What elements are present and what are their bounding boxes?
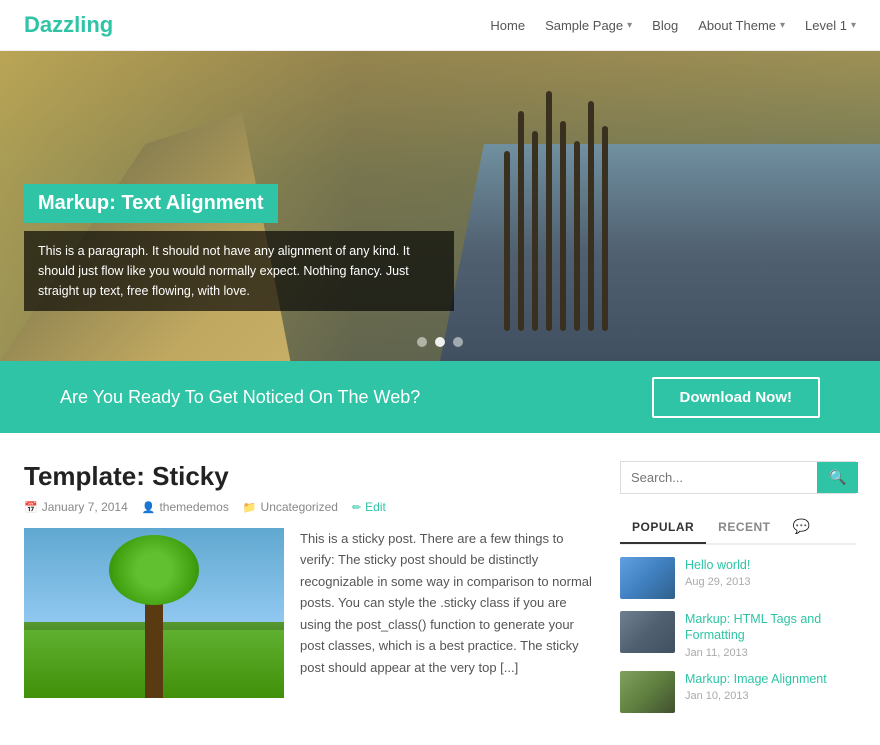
search-input[interactable] (621, 462, 817, 493)
dot-3[interactable] (453, 337, 463, 347)
sidebar-post-title[interactable]: Markup: HTML Tags and Formatting (685, 611, 856, 644)
download-now-button[interactable]: Download Now! (652, 377, 821, 418)
dot-2[interactable] (435, 337, 445, 347)
tabs-bar: POPULAR RECENT 💬 (620, 510, 856, 545)
post-category: 📁 Uncategorized (243, 500, 338, 514)
sidebar-post-title[interactable]: Markup: Image Alignment (685, 671, 856, 687)
hero-trees-graphic (484, 51, 880, 361)
edit-icon: ✏ (352, 501, 361, 514)
sidebar-post-item: Hello world! Aug 29, 2013 (620, 557, 856, 599)
search-box: 🔍 (620, 461, 856, 494)
hero-description-box: This is a paragraph. It should not have … (24, 231, 454, 311)
post-body: This is a sticky post. There are a few t… (24, 528, 596, 698)
nav-item-level-1[interactable]: Level 1▾ (805, 18, 856, 33)
folder-icon: 📁 (243, 501, 257, 514)
post-author: 👤 themedemos (142, 500, 229, 514)
post-excerpt: This is a sticky post. There are a few t… (300, 528, 596, 698)
sidebar-post-info: Markup: Image Alignment Jan 10, 2013 (685, 671, 856, 702)
tab-popular[interactable]: POPULAR (620, 512, 706, 544)
nav-item-blog[interactable]: Blog (652, 18, 678, 33)
sidebar-post-date: Aug 29, 2013 (685, 576, 856, 588)
sidebar-post-title[interactable]: Hello world! (685, 557, 856, 573)
sidebar: 🔍 POPULAR RECENT 💬 Hello world! Aug 29, … (620, 461, 856, 725)
chevron-down-icon: ▾ (627, 20, 632, 31)
post-edit-link[interactable]: ✏ Edit (352, 500, 386, 514)
nav-item-about-theme[interactable]: About Theme▾ (698, 18, 785, 33)
cta-banner: Are You Ready To Get Noticed On The Web?… (0, 361, 880, 433)
site-logo[interactable]: Dazzling (24, 12, 113, 38)
cta-text: Are You Ready To Get Noticed On The Web? (60, 387, 420, 408)
sidebar-post-thumb (620, 611, 675, 653)
nav-item-sample-page[interactable]: Sample Page▾ (545, 18, 632, 33)
nav-item-home[interactable]: Home (490, 18, 525, 33)
site-header: Dazzling Home Sample Page▾ Blog About Theme… (0, 0, 880, 51)
sidebar-post-item: Markup: Image Alignment Jan 10, 2013 (620, 671, 856, 713)
dot-1[interactable] (417, 337, 427, 347)
post-meta: 📅 January 7, 2014 👤 themedemos 📁 Uncateg… (24, 500, 596, 514)
post-title: Template: Sticky (24, 461, 596, 492)
main-wrap: Template: Sticky 📅 January 7, 2014 👤 the… (0, 433, 880, 745)
nav-list: Home Sample Page▾ Blog About Theme▾ Level 1▾ (490, 18, 856, 33)
tab-recent[interactable]: RECENT (706, 512, 782, 542)
hero-overlay: Markup: Text Alignment This is a paragra… (24, 184, 454, 311)
sidebar-post-info: Hello world! Aug 29, 2013 (685, 557, 856, 588)
user-icon: 👤 (142, 501, 156, 514)
slider-dots (417, 337, 463, 347)
post-thumbnail (24, 528, 284, 698)
hero-slider: Markup: Text Alignment This is a paragra… (0, 51, 880, 361)
sidebar-post-thumb (620, 671, 675, 713)
sidebar-posts-list: Hello world! Aug 29, 2013 Markup: HTML T… (620, 557, 856, 713)
search-button[interactable]: 🔍 (817, 462, 858, 493)
hero-title: Markup: Text Alignment (38, 192, 264, 214)
content-area: Template: Sticky 📅 January 7, 2014 👤 the… (24, 461, 596, 725)
tab-comments-icon[interactable]: 💬 (783, 510, 820, 543)
search-icon: 🔍 (829, 469, 846, 485)
thumb-tree-crown (109, 535, 199, 605)
sidebar-post-item: Markup: HTML Tags and Formatting Jan 11,… (620, 611, 856, 659)
thumb-tree-trunk (145, 596, 163, 698)
sidebar-post-date: Jan 11, 2013 (685, 647, 856, 659)
hero-description: This is a paragraph. It should not have … (38, 241, 440, 301)
chevron-down-icon: ▾ (780, 20, 785, 31)
post-date: 📅 January 7, 2014 (24, 500, 128, 514)
hero-title-box: Markup: Text Alignment (24, 184, 278, 223)
main-nav: Home Sample Page▾ Blog About Theme▾ Level 1▾ (490, 18, 856, 33)
calendar-icon: 📅 (24, 501, 38, 514)
sidebar-post-date: Jan 10, 2013 (685, 690, 856, 702)
chevron-down-icon: ▾ (851, 20, 856, 31)
sidebar-post-info: Markup: HTML Tags and Formatting Jan 11,… (685, 611, 856, 659)
sidebar-post-thumb (620, 557, 675, 599)
